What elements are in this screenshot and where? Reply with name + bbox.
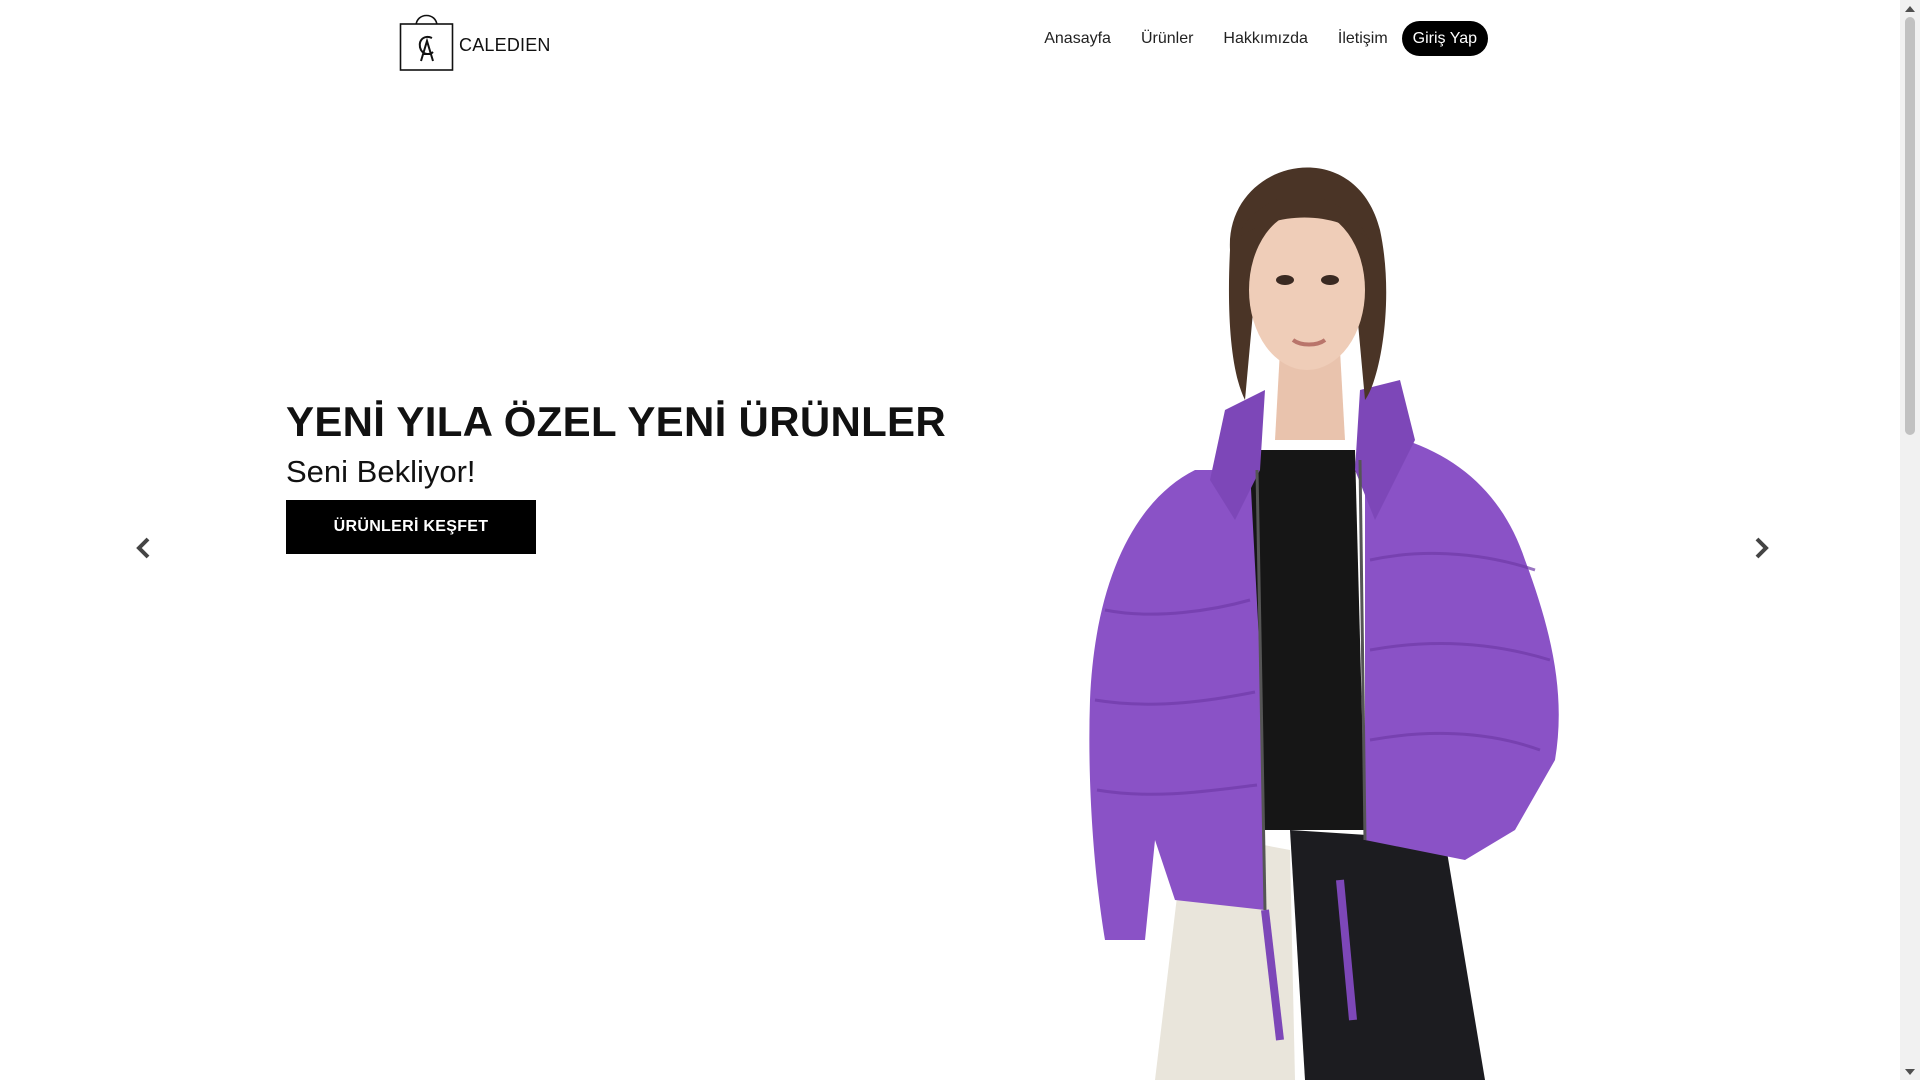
nav-home[interactable]: Anasayfa (1044, 30, 1111, 48)
carousel-next-button[interactable] (1747, 528, 1777, 568)
nav-contact[interactable]: İletişim (1338, 30, 1388, 48)
chevron-right-icon (1755, 537, 1769, 559)
carousel-prev-button[interactable] (128, 528, 158, 568)
scroll-up-button[interactable] (1900, 0, 1920, 17)
hero-subtitle: Seni Bekliyor! (286, 454, 476, 489)
page-scrollbar[interactable] (1900, 0, 1920, 1080)
nav-products[interactable]: Ürünler (1141, 30, 1193, 48)
shopping-bag-logo-icon (399, 14, 454, 71)
site-header: CALEDIEN Anasayfa Ürünler Hakkımızda İle… (0, 0, 1900, 80)
nav-about[interactable]: Hakkımızda (1223, 30, 1307, 48)
chevron-left-icon (136, 537, 150, 559)
hero-caption: YENİ YILA ÖZEL YENİ ÜRÜNLER Seni Bekliyo… (286, 398, 946, 554)
scroll-down-button[interactable] (1900, 1063, 1920, 1080)
login-button[interactable]: Giriş Yap (1401, 21, 1488, 56)
scroll-thumb[interactable] (1905, 17, 1915, 435)
main-nav: Anasayfa Ürünler Hakkımızda İletişim Gir… (1044, 21, 1488, 56)
hero-title: YENİ YILA ÖZEL YENİ ÜRÜNLER (286, 398, 946, 445)
triangle-down-icon (1905, 1068, 1915, 1075)
brand-logo[interactable]: CALEDIEN (399, 8, 551, 72)
hero-carousel: YENİ YILA ÖZEL YENİ ÜRÜNLER Seni Bekliyo… (0, 80, 1900, 1080)
hero-model-image (1089, 167, 1559, 1080)
brand-name: CALEDIEN (459, 34, 551, 55)
explore-products-button[interactable]: ÜRÜNLERİ KEŞFET (286, 500, 536, 554)
triangle-up-icon (1905, 5, 1915, 12)
